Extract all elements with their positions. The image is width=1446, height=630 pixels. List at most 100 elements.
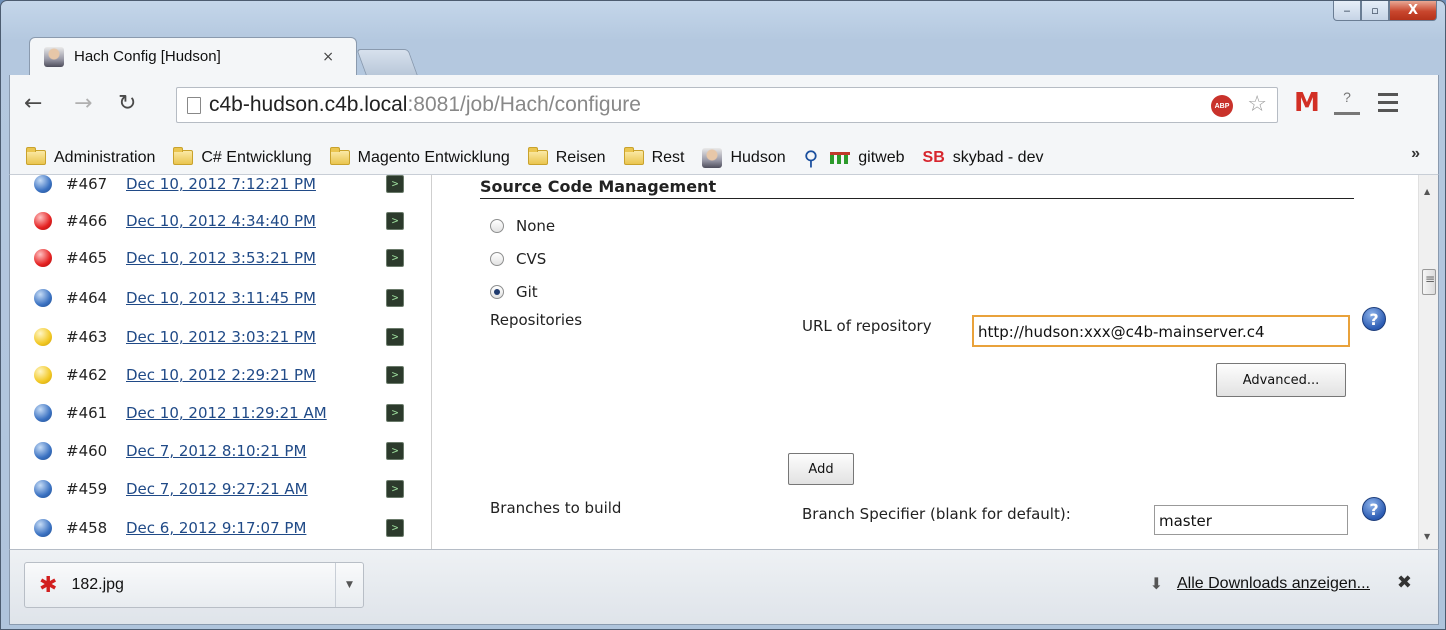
console-icon[interactable]: >	[386, 212, 404, 230]
bookmark-label: skybad - dev	[952, 148, 1044, 166]
close-window-button[interactable]: X	[1389, 1, 1437, 21]
url-host: c4b-hudson.c4b.local	[209, 93, 408, 116]
chevron-down-icon[interactable]: ▼	[335, 563, 363, 607]
build-row: #460 Dec 7, 2012 8:10:21 PM	[34, 432, 306, 470]
build-date-link[interactable]: Dec 10, 2012 7:12:21 PM	[126, 175, 316, 193]
build-history: #467 Dec 10, 2012 7:12:21 PM > #466 Dec …	[10, 175, 432, 549]
tab-title: Hach Config [Hudson]	[74, 48, 221, 65]
radio-button[interactable]	[490, 285, 504, 299]
console-icon[interactable]: >	[386, 328, 404, 346]
help-icon[interactable]: ?	[1362, 497, 1386, 521]
repository-url-input[interactable]: http://hudson:xxx@c4b-mainserver.c4	[972, 315, 1350, 347]
build-number: #465	[66, 249, 108, 267]
console-icon[interactable]: >	[386, 480, 404, 498]
build-date-link[interactable]: Dec 10, 2012 3:11:45 PM	[126, 289, 316, 307]
download-arrow-icon: ⬇	[1149, 574, 1163, 593]
menu-icon[interactable]	[1378, 93, 1398, 117]
bookmark-label: Hudson	[730, 148, 786, 166]
scroll-down-icon[interactable]: ▼	[1424, 532, 1430, 541]
radio-cvs[interactable]: CVS	[490, 250, 546, 268]
console-icon[interactable]: >	[386, 249, 404, 267]
branch-specifier-input[interactable]: master	[1154, 505, 1348, 535]
scm-config: Source Code Management None CVS Git Repo…	[480, 175, 1390, 549]
scroll-up-icon[interactable]: ▲	[1424, 187, 1430, 196]
bookmark-rest[interactable]: Rest	[623, 147, 684, 167]
status-ball-icon	[34, 328, 52, 346]
console-icon[interactable]: >	[386, 175, 404, 193]
radio-none[interactable]: None	[490, 217, 555, 235]
person-icon[interactable]: ⚲	[804, 146, 819, 170]
bookmark-gitweb[interactable]: gitweb	[830, 148, 905, 167]
bookmark-reisen[interactable]: Reisen	[527, 147, 606, 167]
build-date-link[interactable]: Dec 10, 2012 11:29:21 AM	[126, 404, 327, 422]
address-bar[interactable]: c4b-hudson.c4b.local :8081/job/Hach/conf…	[176, 87, 1278, 123]
build-row: #463 Dec 10, 2012 3:03:21 PM	[34, 318, 316, 356]
adblock-icon[interactable]: ABP	[1211, 95, 1233, 117]
build-date-link[interactable]: Dec 10, 2012 3:53:21 PM	[126, 249, 316, 267]
build-row: #458 Dec 6, 2012 9:17:07 PM	[34, 509, 306, 547]
scroll-thumb[interactable]	[1422, 269, 1436, 295]
url-label: URL of repository	[802, 317, 932, 335]
console-icon[interactable]: >	[386, 404, 404, 422]
bookmark-hudson[interactable]: Hudson	[702, 147, 786, 168]
bookmark-skybad-dev[interactable]: SB skybad - dev	[923, 149, 1044, 167]
hudson-icon	[702, 147, 723, 168]
bookmark-administration[interactable]: Administration	[26, 147, 155, 167]
console-icon[interactable]: >	[386, 366, 404, 384]
status-ball-icon	[34, 249, 52, 267]
new-tab-button[interactable]	[356, 49, 418, 75]
status-ball-icon	[34, 289, 52, 307]
forward-arrow-icon[interactable]: →	[74, 91, 92, 117]
gmail-icon[interactable]: M	[1294, 88, 1320, 118]
radio-label: None	[516, 217, 556, 235]
tab-active[interactable]: Hach Config [Hudson] ×	[29, 37, 357, 75]
build-number: #466	[66, 212, 108, 230]
maximize-button[interactable]: ▫	[1361, 1, 1389, 21]
folder-icon	[329, 147, 350, 165]
build-date-link[interactable]: Dec 10, 2012 3:03:21 PM	[126, 328, 316, 346]
status-ball-icon	[34, 404, 52, 422]
show-all-downloads-link[interactable]: Alle Downloads anzeigen...	[1177, 575, 1370, 593]
extension-icon[interactable]: ?	[1334, 89, 1360, 115]
browser-toolbar: ← → ↻ c4b-hudson.c4b.local :8081/job/Hac…	[9, 75, 1439, 141]
bookmark-magento-entwicklung[interactable]: Magento Entwicklung	[329, 147, 510, 167]
build-number: #462	[66, 366, 108, 384]
advanced-button[interactable]: Advanced...	[1216, 363, 1346, 397]
build-date-link[interactable]: Dec 10, 2012 4:34:40 PM	[126, 212, 316, 230]
close-shelf-icon[interactable]: ✖	[1397, 572, 1412, 593]
reload-icon[interactable]: ↻	[118, 91, 136, 117]
bookmark-csharp-entwicklung[interactable]: C# Entwicklung	[173, 147, 312, 167]
sb-icon: SB	[922, 148, 945, 166]
minimize-button[interactable]: ‒	[1333, 1, 1361, 21]
bookmark-star-icon[interactable]: ☆	[1247, 92, 1267, 117]
console-icon[interactable]: >	[386, 442, 404, 460]
build-date-link[interactable]: Dec 10, 2012 2:29:21 PM	[126, 366, 316, 384]
tab-close-icon[interactable]: ×	[322, 49, 334, 65]
back-arrow-icon[interactable]: ←	[24, 91, 42, 117]
bookmark-label: Reisen	[555, 148, 606, 166]
radio-button[interactable]	[490, 252, 504, 266]
bookmark-label: gitweb	[858, 148, 905, 166]
build-date-link[interactable]: Dec 6, 2012 9:17:07 PM	[126, 519, 306, 537]
console-icon[interactable]: >	[386, 519, 404, 537]
build-date-link[interactable]: Dec 7, 2012 8:10:21 PM	[126, 442, 306, 460]
help-icon[interactable]: ?	[1362, 307, 1386, 331]
vertical-scrollbar[interactable]: ▲ ▼	[1418, 175, 1438, 549]
build-row: #462 Dec 10, 2012 2:29:21 PM	[34, 356, 316, 394]
bookmarks-bar: Administration C# Entwicklung Magento En…	[9, 141, 1439, 175]
build-number: #467	[66, 175, 108, 193]
radio-button[interactable]	[490, 219, 504, 233]
status-ball-icon	[34, 519, 52, 537]
build-row: #467 Dec 10, 2012 7:12:21 PM	[34, 175, 316, 203]
add-repository-button[interactable]: Add	[788, 453, 854, 485]
status-ball-icon	[34, 480, 52, 498]
radio-git[interactable]: Git	[490, 283, 538, 301]
console-icon[interactable]: >	[386, 289, 404, 307]
more-bookmarks-chevron-icon[interactable]: »	[1411, 145, 1420, 163]
folder-icon	[26, 147, 46, 165]
show-all-downloads[interactable]: ⬇ Alle Downloads anzeigen...	[1150, 574, 1370, 593]
download-item[interactable]: ✱ 182.jpg ▼	[24, 562, 364, 608]
radio-label: Git	[516, 283, 538, 301]
folder-icon	[527, 147, 548, 165]
build-date-link[interactable]: Dec 7, 2012 9:27:21 AM	[126, 480, 308, 498]
